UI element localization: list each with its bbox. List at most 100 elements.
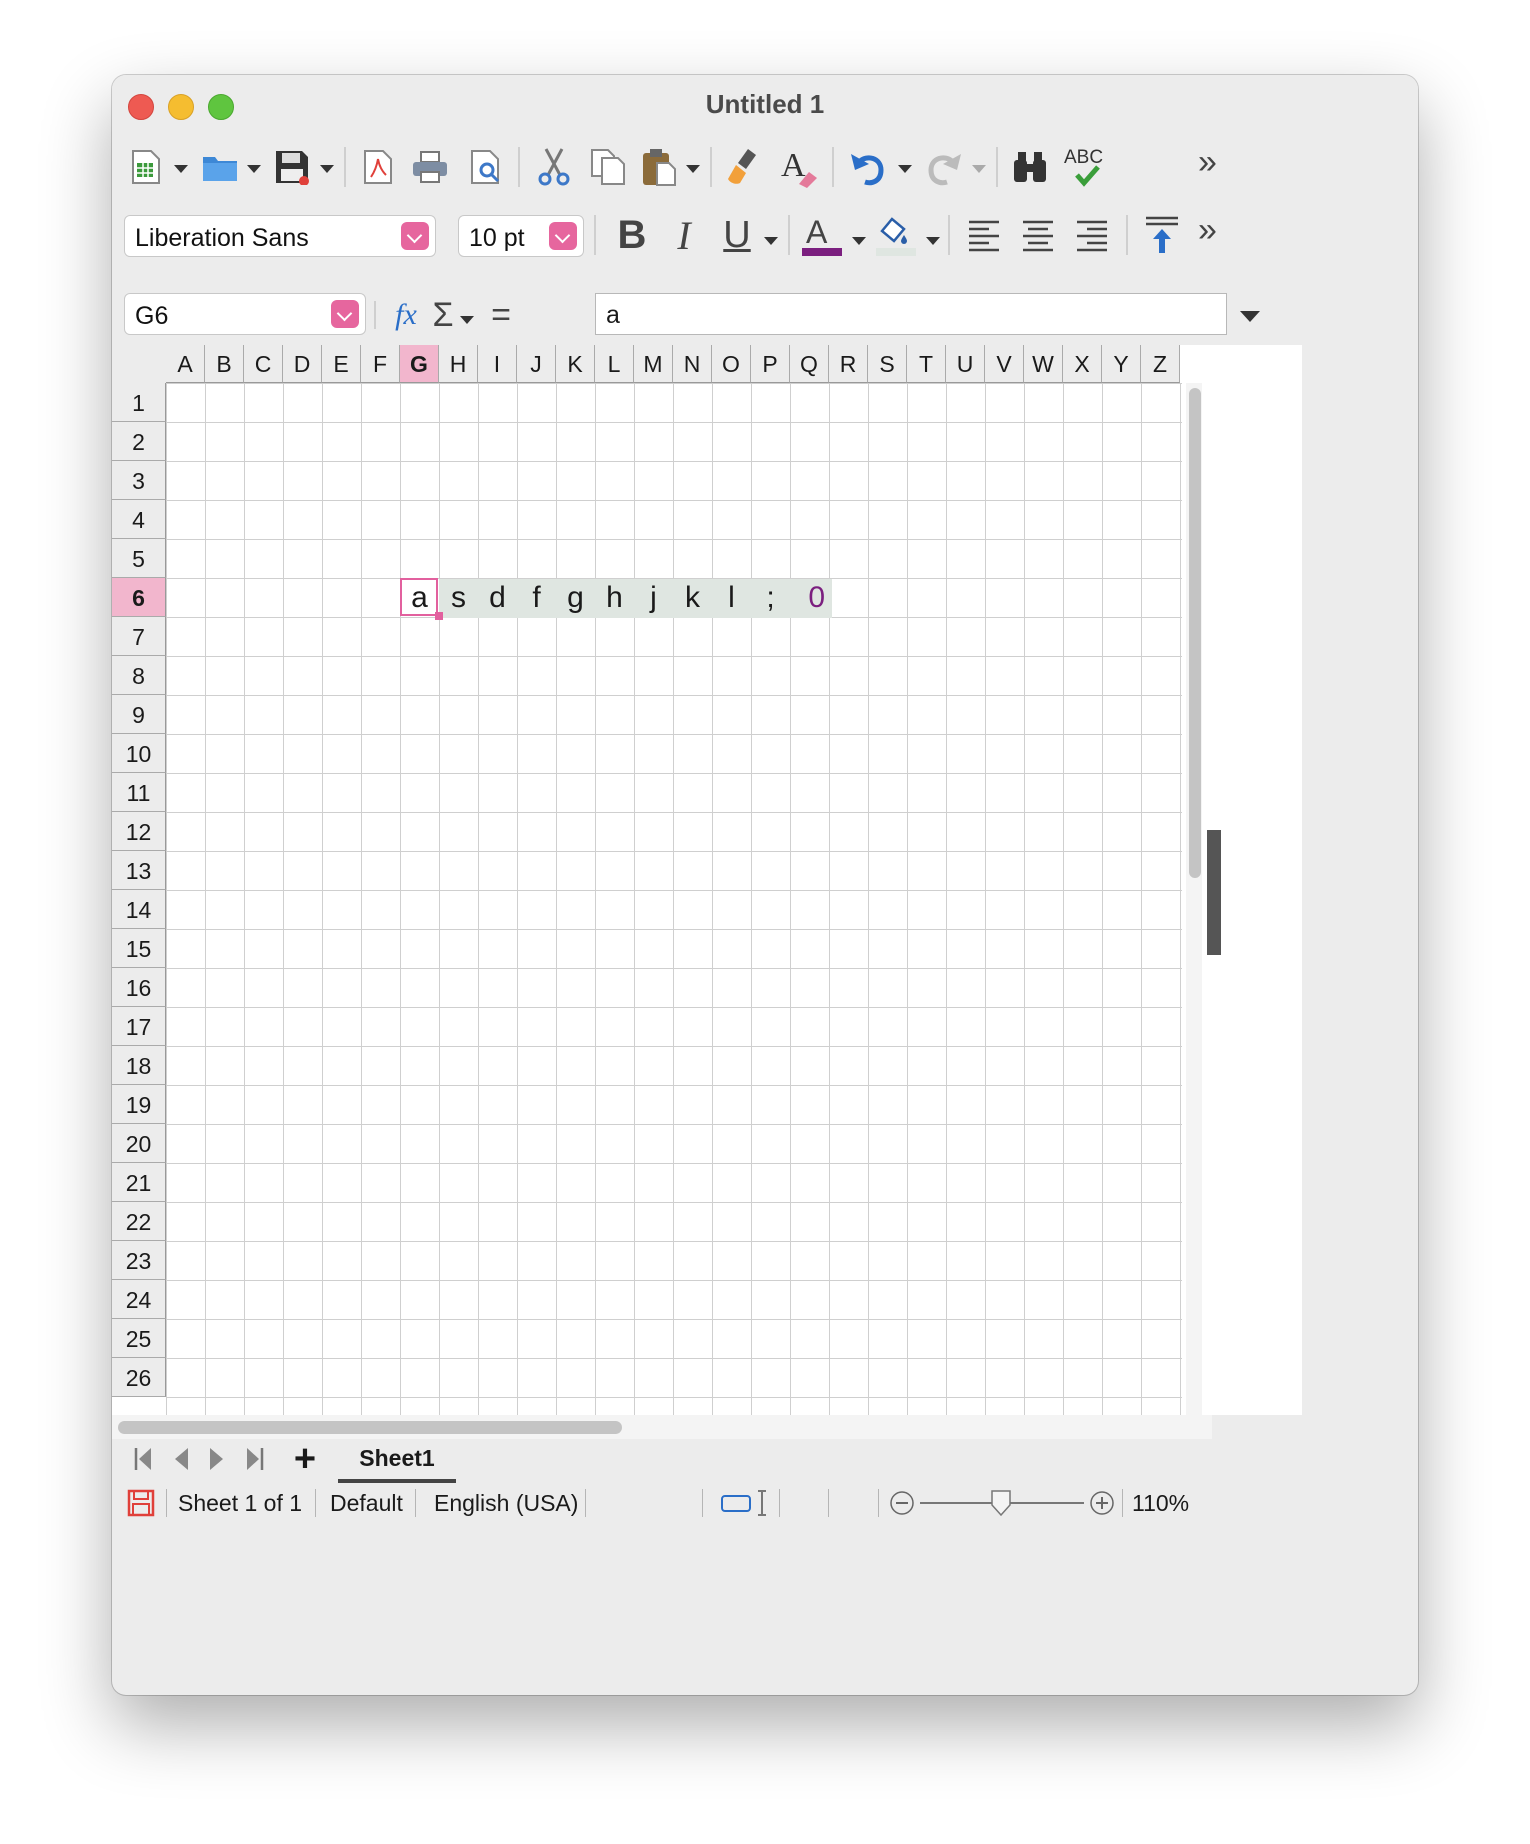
- row-header-6[interactable]: 6: [112, 578, 166, 617]
- redo-icon[interactable]: [924, 137, 964, 197]
- row-header-14[interactable]: 14: [112, 890, 166, 929]
- column-header-f[interactable]: F: [361, 345, 400, 383]
- align-top-icon[interactable]: [1142, 205, 1182, 265]
- sidebar-toggle-handle[interactable]: [1207, 830, 1221, 955]
- background-color-icon[interactable]: [874, 205, 918, 265]
- save-icon[interactable]: [272, 137, 312, 197]
- column-header-b[interactable]: B: [205, 345, 244, 383]
- font-name-combo[interactable]: Liberation Sans: [124, 215, 436, 257]
- cell-h6[interactable]: s: [439, 581, 478, 615]
- column-header-e[interactable]: E: [322, 345, 361, 383]
- row-header-7[interactable]: 7: [112, 617, 166, 656]
- name-box[interactable]: G6: [124, 293, 366, 335]
- undo-dropdown-icon[interactable]: [898, 165, 912, 173]
- select-all-corner[interactable]: [112, 345, 167, 384]
- zoom-slider-thumb[interactable]: [990, 1489, 1012, 1517]
- row-header-4[interactable]: 4: [112, 500, 166, 539]
- column-header-a[interactable]: A: [166, 345, 205, 383]
- clone-formatting-icon[interactable]: [724, 137, 764, 197]
- font-size-dropdown-icon[interactable]: [549, 222, 577, 250]
- language[interactable]: English (USA): [434, 1490, 578, 1517]
- column-header-m[interactable]: M: [634, 345, 673, 383]
- toolbar-overflow-icon[interactable]: »: [1198, 143, 1217, 182]
- row-header-18[interactable]: 18: [112, 1046, 166, 1085]
- cell-q6[interactable]: 0: [790, 581, 825, 615]
- align-right-icon[interactable]: [1072, 205, 1112, 265]
- column-header-j[interactable]: J: [517, 345, 556, 383]
- save-dropdown-icon[interactable]: [320, 165, 334, 173]
- cell-p6[interactable]: ;: [751, 581, 790, 615]
- zoom-in-icon[interactable]: [1088, 1483, 1116, 1523]
- paste-dropdown-icon[interactable]: [686, 165, 700, 173]
- column-header-c[interactable]: C: [244, 345, 283, 383]
- row-header-2[interactable]: 2: [112, 422, 166, 461]
- row-header-17[interactable]: 17: [112, 1007, 166, 1046]
- horizontal-scroll-thumb[interactable]: [118, 1421, 622, 1434]
- column-header-s[interactable]: S: [868, 345, 907, 383]
- column-header-k[interactable]: K: [556, 345, 595, 383]
- italic-icon[interactable]: I: [666, 205, 702, 265]
- open-folder-icon[interactable]: [200, 137, 240, 197]
- row-header-21[interactable]: 21: [112, 1163, 166, 1202]
- sheet-tab-sheet1[interactable]: Sheet1: [338, 1439, 456, 1483]
- export-pdf-icon[interactable]: [360, 137, 396, 197]
- background-color-dropdown-icon[interactable]: [926, 237, 940, 245]
- row-header-1[interactable]: 1: [112, 383, 166, 422]
- paste-icon[interactable]: [640, 137, 680, 197]
- find-replace-icon[interactable]: [1010, 137, 1050, 197]
- column-header-v[interactable]: V: [985, 345, 1024, 383]
- column-header-h[interactable]: H: [439, 345, 478, 383]
- row-header-25[interactable]: 25: [112, 1319, 166, 1358]
- cell-grid[interactable]: [166, 383, 1182, 1415]
- clear-formatting-icon[interactable]: A: [778, 137, 820, 197]
- row-header-11[interactable]: 11: [112, 773, 166, 812]
- new-dropdown-icon[interactable]: [174, 165, 188, 173]
- column-header-x[interactable]: X: [1063, 345, 1102, 383]
- font-size-combo[interactable]: 10 pt: [458, 215, 584, 257]
- row-header-10[interactable]: 10: [112, 734, 166, 773]
- row-header-23[interactable]: 23: [112, 1241, 166, 1280]
- formatting-overflow-icon[interactable]: »: [1198, 211, 1217, 250]
- cut-icon[interactable]: [534, 137, 574, 197]
- horizontal-scrollbar[interactable]: [112, 1415, 1212, 1439]
- font-name-dropdown-icon[interactable]: [401, 222, 429, 250]
- bold-icon[interactable]: B: [612, 205, 652, 265]
- column-header-p[interactable]: P: [751, 345, 790, 383]
- copy-icon[interactable]: [588, 137, 628, 197]
- cell-k6[interactable]: g: [556, 581, 595, 615]
- print-icon[interactable]: [410, 137, 450, 197]
- column-header-z[interactable]: Z: [1141, 345, 1180, 383]
- row-header-24[interactable]: 24: [112, 1280, 166, 1319]
- page-style[interactable]: Default: [330, 1490, 403, 1517]
- spellcheck-icon[interactable]: ABC: [1062, 137, 1112, 197]
- underline-icon[interactable]: U: [716, 205, 758, 265]
- row-header-22[interactable]: 22: [112, 1202, 166, 1241]
- cell-n6[interactable]: k: [673, 581, 712, 615]
- column-header-i[interactable]: I: [478, 345, 517, 383]
- zoom-out-icon[interactable]: [888, 1483, 916, 1523]
- font-color-icon[interactable]: A: [800, 205, 844, 265]
- formula-icon[interactable]: =: [484, 285, 518, 345]
- column-header-l[interactable]: L: [595, 345, 634, 383]
- previous-sheet-icon[interactable]: [168, 1439, 194, 1479]
- function-wizard-icon[interactable]: fx: [388, 285, 424, 345]
- row-header-16[interactable]: 16: [112, 968, 166, 1007]
- row-header-20[interactable]: 20: [112, 1124, 166, 1163]
- cell-l6[interactable]: h: [595, 581, 634, 615]
- cell-j6[interactable]: f: [517, 581, 556, 615]
- column-header-q[interactable]: Q: [790, 345, 829, 383]
- next-sheet-icon[interactable]: [204, 1439, 230, 1479]
- row-header-12[interactable]: 12: [112, 812, 166, 851]
- cell-m6[interactable]: j: [634, 581, 673, 615]
- name-box-dropdown-icon[interactable]: [331, 300, 359, 328]
- column-header-y[interactable]: Y: [1102, 345, 1141, 383]
- underline-dropdown-icon[interactable]: [764, 237, 778, 245]
- align-center-icon[interactable]: [1018, 205, 1058, 265]
- formula-input[interactable]: a: [595, 293, 1227, 335]
- spreadsheet-grid[interactable]: ABCDEFGHIJKLMNOPQRSTUVWXYZ 1 2 3 4 5 6 7 8 9 10 11…: [112, 345, 1302, 1415]
- column-header-d[interactable]: D: [283, 345, 322, 383]
- open-dropdown-icon[interactable]: [247, 165, 261, 173]
- fill-handle[interactable]: [435, 612, 443, 620]
- column-header-o[interactable]: O: [712, 345, 751, 383]
- redo-dropdown-icon[interactable]: [972, 165, 986, 173]
